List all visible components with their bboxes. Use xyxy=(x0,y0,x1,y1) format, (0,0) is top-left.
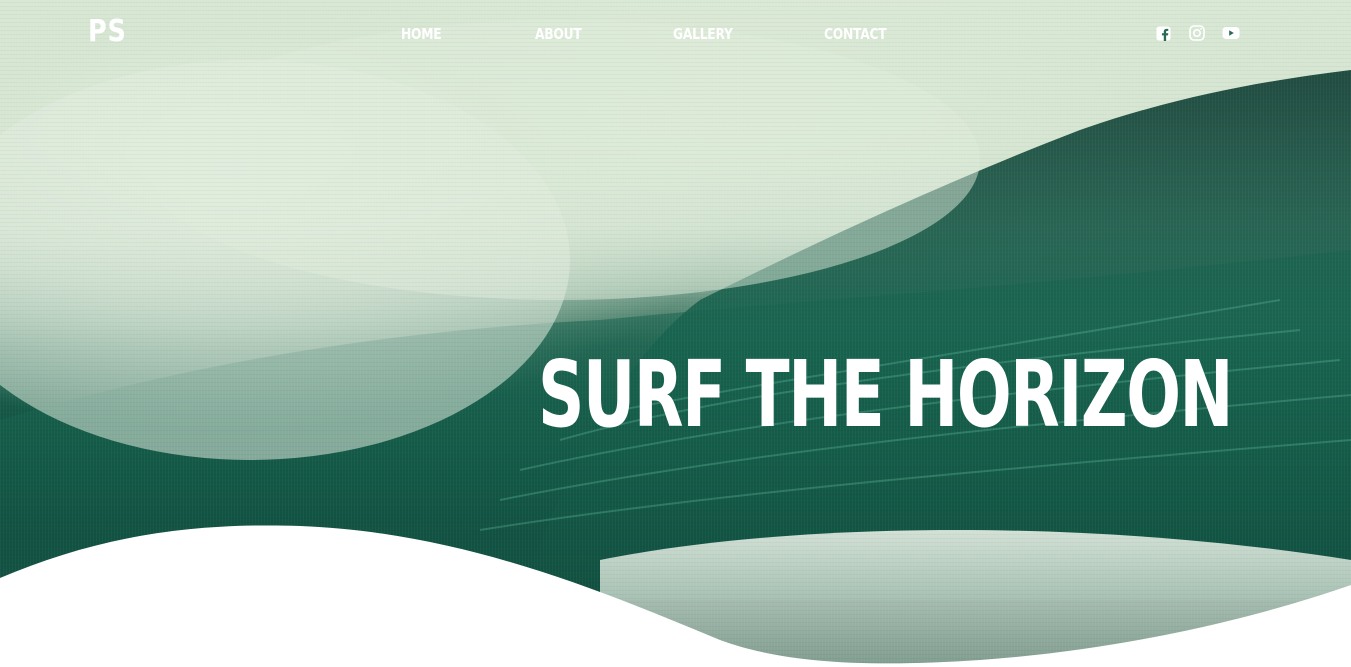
facebook-icon[interactable] xyxy=(1154,24,1172,42)
top-navigation: PS HOME ABOUT GALLERY CONTACT xyxy=(0,0,1351,70)
hero-wave-image xyxy=(0,20,1351,667)
nav-link-gallery[interactable]: GALLERY xyxy=(673,25,733,43)
instagram-icon[interactable] xyxy=(1188,24,1206,42)
hero-headline: SURF THE HORIZON xyxy=(538,341,1233,448)
site-logo[interactable]: PS xyxy=(88,14,127,49)
nav-link-home[interactable]: HOME xyxy=(401,25,442,43)
hero-section xyxy=(0,0,1351,667)
nav-link-about[interactable]: ABOUT xyxy=(535,25,582,43)
nav-link-contact[interactable]: CONTACT xyxy=(824,25,887,43)
youtube-icon[interactable] xyxy=(1222,24,1240,42)
